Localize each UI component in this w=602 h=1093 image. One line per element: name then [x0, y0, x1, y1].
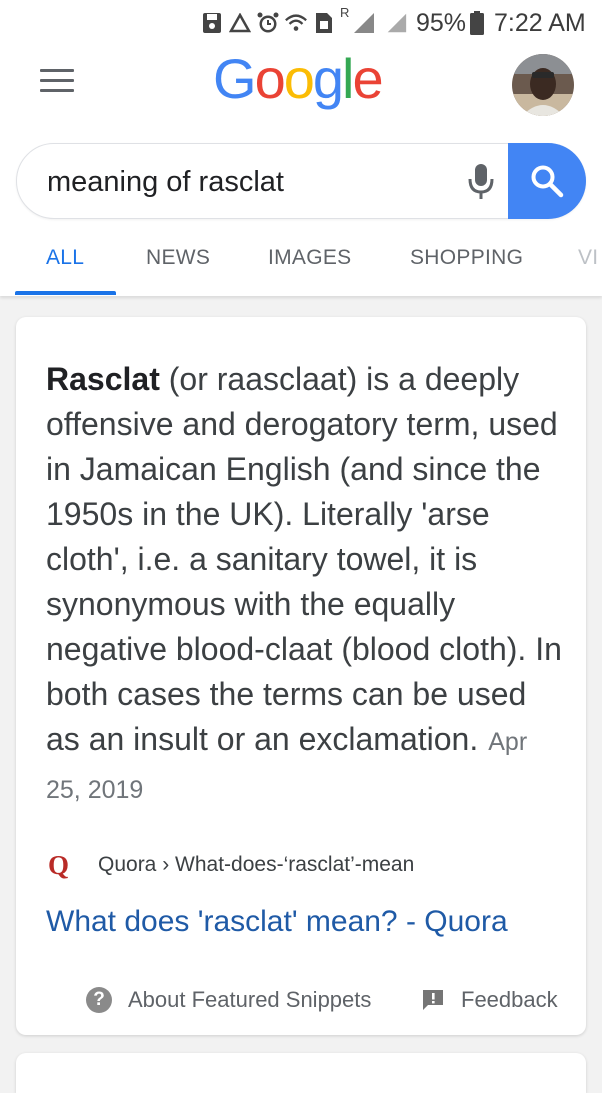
microphone-icon[interactable]: [465, 162, 497, 202]
featured-snippet-card: Rasclat (or raasclaat) is a deeply offen…: [16, 317, 586, 1035]
battery-icon: [470, 11, 484, 35]
google-logo[interactable]: Google: [213, 47, 389, 114]
quora-logo-icon: Q: [48, 850, 70, 880]
next-result-card: [16, 1053, 586, 1093]
google-logo-wordmark: Google: [213, 47, 384, 110]
battery-percent: 95%: [416, 9, 467, 37]
active-tab-indicator: [15, 291, 116, 295]
result-title-link[interactable]: What does 'rasclat' mean? - Quora: [46, 905, 508, 939]
magnifier-icon: [531, 165, 564, 198]
signal-icon: [384, 11, 408, 35]
about-featured-snippets-button[interactable]: ? About Featured Snippets: [86, 987, 371, 1013]
snippet-term: Rasclat: [46, 361, 160, 397]
snippet-body: (or raasclaat) is a deeply offensive and…: [46, 361, 562, 757]
search-box[interactable]: [16, 143, 586, 219]
hamburger-menu-icon[interactable]: [38, 66, 76, 96]
recycle-icon: [228, 11, 252, 35]
save-icon: [200, 11, 224, 35]
search-tabs: ALL NEWS IMAGES SHOPPING VI: [0, 236, 602, 296]
tab-shopping[interactable]: SHOPPING: [410, 246, 523, 270]
tab-images[interactable]: IMAGES: [268, 246, 351, 270]
wifi-icon: [284, 11, 308, 35]
app-header: R 95% 7:22 AM Google meaning of rasclat …: [0, 0, 602, 296]
snippet-text: Rasclat (or raasclaat) is a deeply offen…: [46, 357, 566, 813]
roaming-indicator: R: [340, 5, 350, 20]
tab-all[interactable]: ALL: [46, 246, 84, 270]
tab-videos[interactable]: VI: [578, 246, 598, 270]
user-avatar[interactable]: [512, 54, 574, 116]
about-label: About Featured Snippets: [128, 987, 372, 1012]
source-breadcrumb: Quora › What-does-‘rasclat’-mean: [98, 853, 415, 876]
feedback-icon: [423, 990, 443, 1010]
tab-news[interactable]: NEWS: [146, 246, 210, 270]
search-button[interactable]: [508, 143, 586, 219]
help-icon: ?: [86, 987, 112, 1013]
alarm-icon: [256, 11, 280, 35]
feedback-label: Feedback: [461, 987, 558, 1012]
feedback-button[interactable]: Feedback: [421, 987, 558, 1013]
sim-icon: [312, 11, 336, 35]
snippet-source[interactable]: Q Quora › What-does-‘rasclat’-mean: [48, 851, 414, 879]
svg-text:Google: Google: [213, 50, 382, 110]
status-icons: R: [200, 5, 408, 38]
search-input[interactable]: [47, 160, 427, 204]
snippet-footer: ? About Featured Snippets Feedback: [86, 987, 566, 1019]
clock: 7:22 AM: [494, 9, 586, 37]
roaming-signal-icon: R: [340, 5, 380, 35]
status-bar: R 95% 7:22 AM: [0, 0, 602, 46]
